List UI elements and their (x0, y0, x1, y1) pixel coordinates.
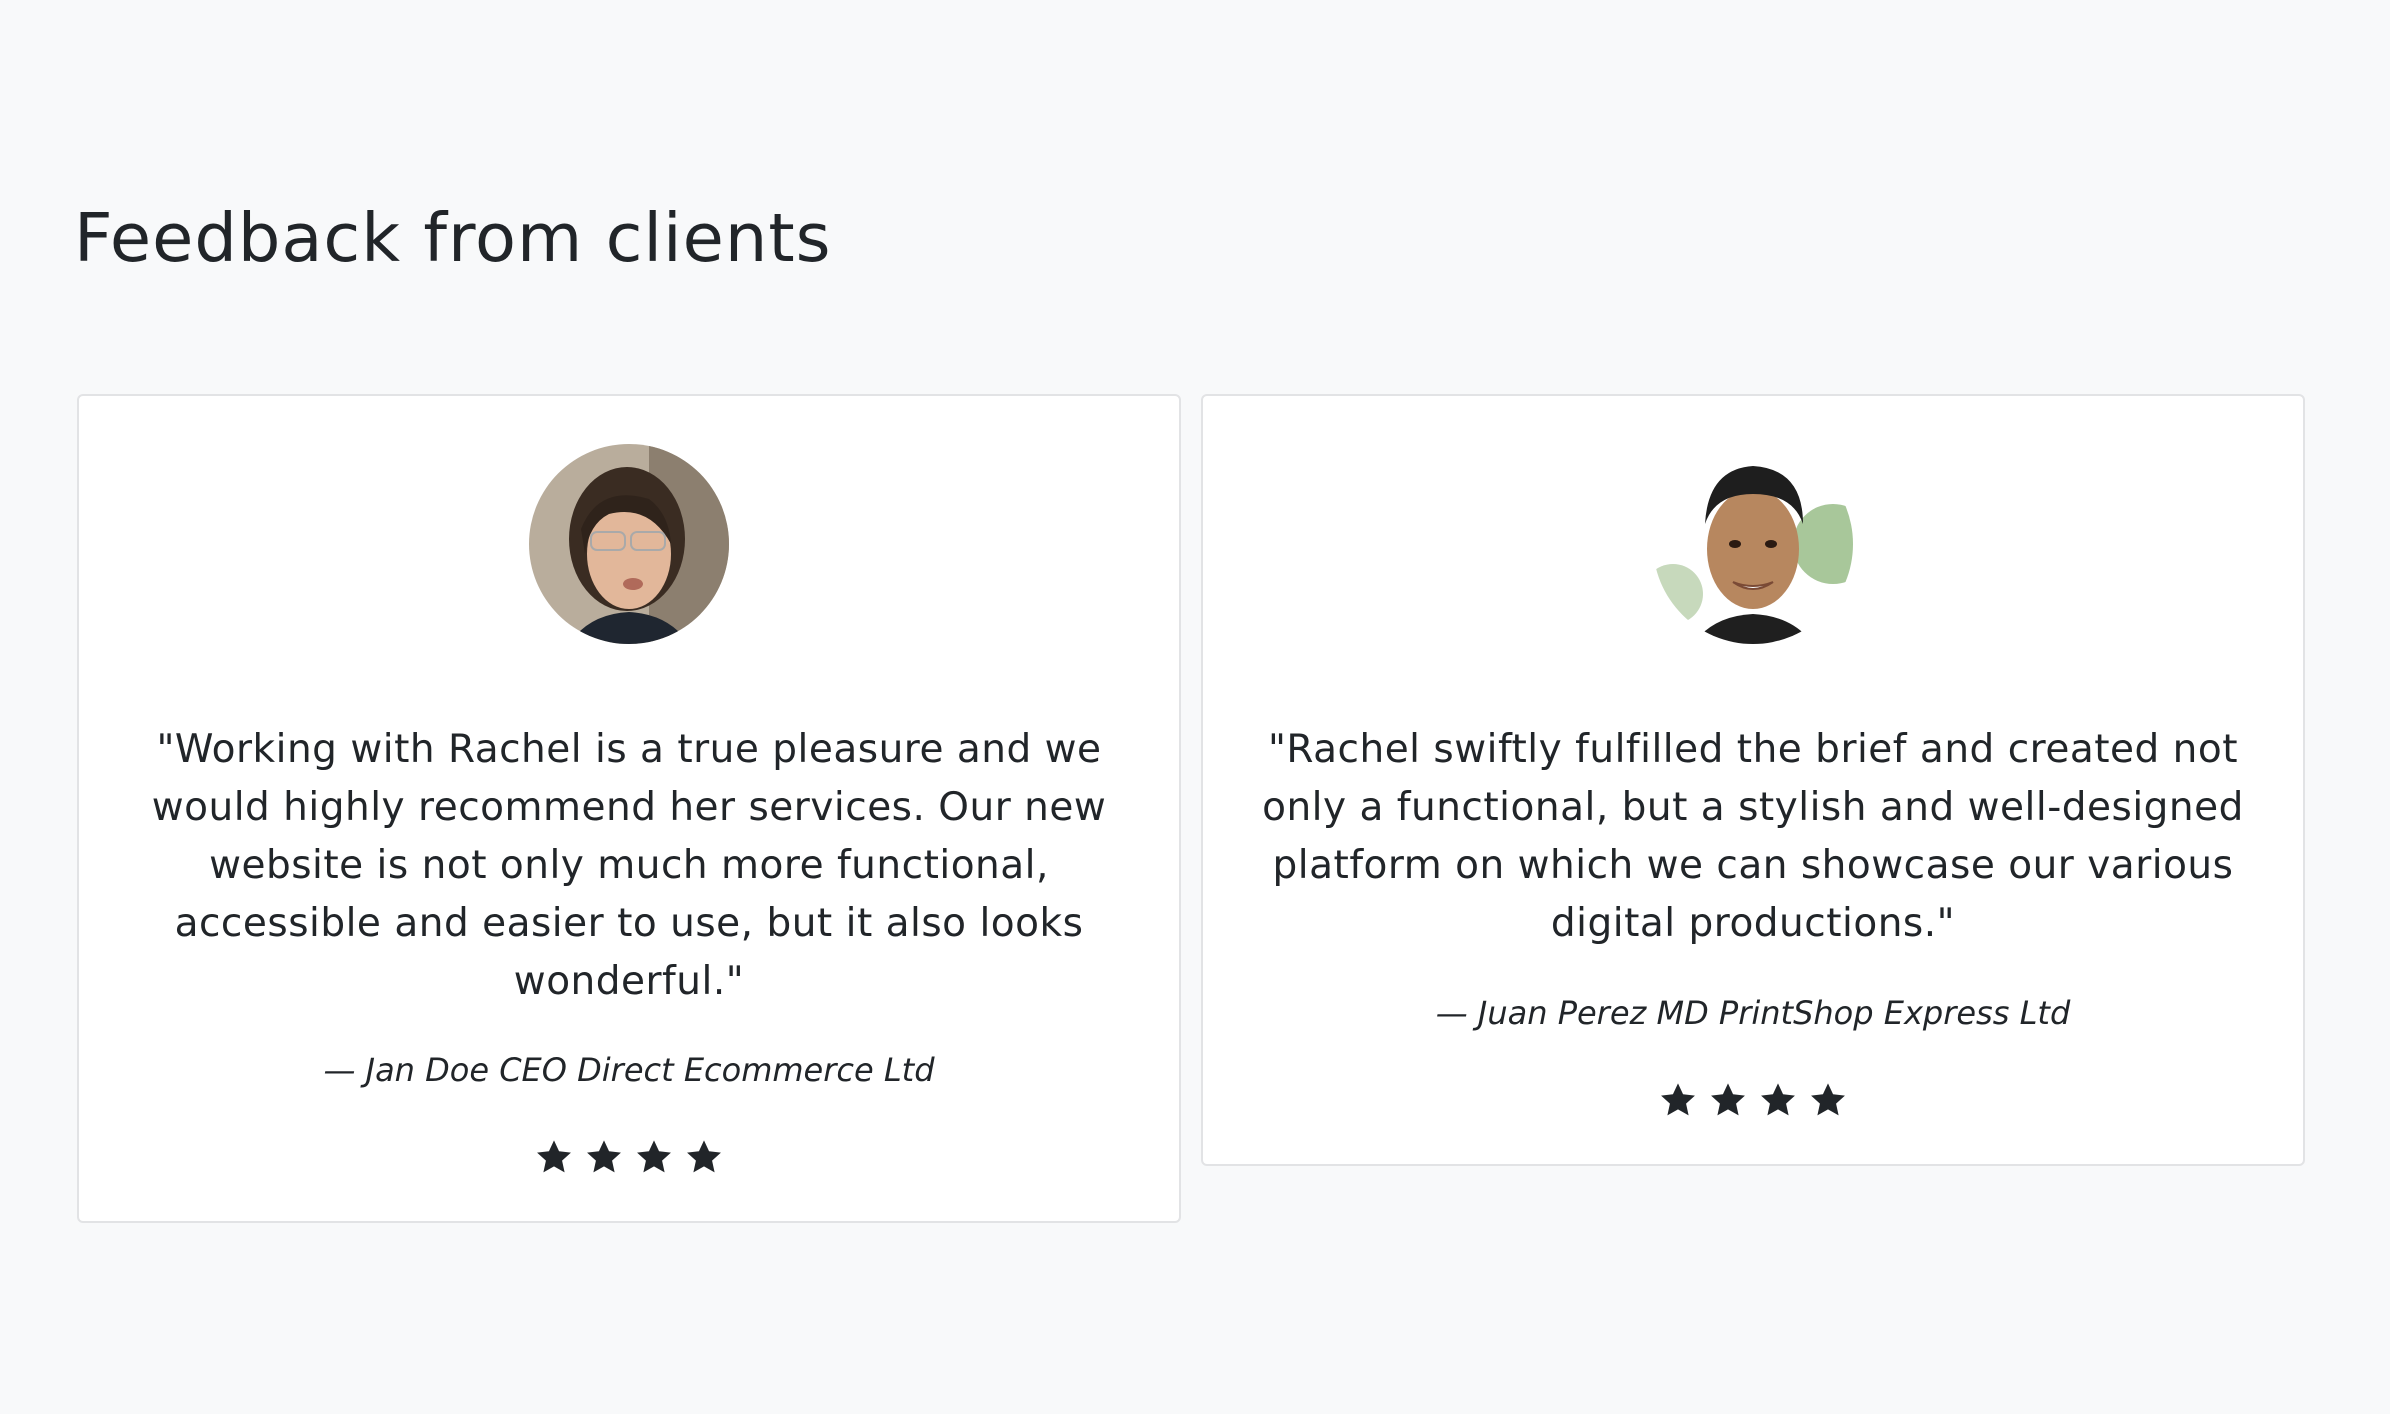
avatar (1653, 444, 1853, 644)
testimonial-card: "Rachel swiftly fulfilled the brief and … (1201, 394, 2305, 1166)
testimonial-quote: "Rachel swiftly fulfilled the brief and … (1262, 727, 2244, 946)
avatar (529, 444, 729, 644)
section-title: Feedback from clients (74, 199, 832, 277)
star-icon (685, 1138, 723, 1176)
star-rating (1203, 1081, 2303, 1119)
star-icon (1659, 1081, 1697, 1119)
star-icon (1709, 1081, 1747, 1119)
testimonial-card: "Working with Rachel is a true pleasure … (77, 394, 1181, 1223)
testimonial-author: — Jan Doe CEO Direct Ecommerce Ltd (323, 1051, 935, 1089)
testimonial-quote: "Working with Rachel is a true pleasure … (151, 727, 1107, 1004)
star-icon (1809, 1081, 1847, 1119)
star-icon (585, 1138, 623, 1176)
star-icon (535, 1138, 573, 1176)
star-rating (79, 1138, 1179, 1176)
star-icon (1759, 1081, 1797, 1119)
star-icon (635, 1138, 673, 1176)
testimonial-author: — Juan Perez MD PrintShop Express Ltd (1435, 994, 2071, 1032)
